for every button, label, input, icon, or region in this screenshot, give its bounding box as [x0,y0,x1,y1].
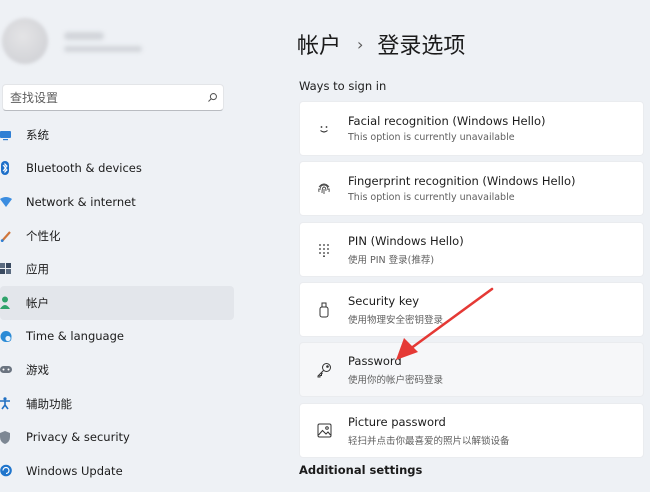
person-icon [0,296,14,310]
breadcrumb-parent[interactable]: 帐户 [297,28,341,60]
wifi-icon [0,195,14,209]
option-subtitle: This option is currently unavailable [348,132,515,143]
smiley-face-icon [300,102,348,155]
sidebar-item-label: Windows Update [26,463,123,478]
monitor-icon [0,128,14,142]
key-icon [300,343,348,396]
option-subtitle: 使用 PIN 登录(推荐) [348,254,435,266]
sidebar-item-network[interactable]: Network & internet [0,185,240,219]
option-title: Security key [348,293,420,308]
signin-option-facial[interactable]: Facial recognition (Windows Hello) This … [299,101,644,156]
pin-keypad-icon [300,223,348,276]
option-title: Fingerprint recognition (Windows Hello) [348,174,576,188]
sidebar-item-accessibility[interactable]: 辅助功能 [0,387,240,421]
sidebar-item-label: 系统 [26,127,49,142]
sidebar-item-apps[interactable]: 应用 [0,252,240,286]
page-title: 帐户 › 登录选项 [297,28,465,60]
sidebar-item-personalization[interactable]: 个性化 [0,219,240,253]
bluetooth-icon [0,161,14,176]
sidebar-item-label: 辅助功能 [26,396,72,411]
option-title: Picture password [348,414,446,429]
option-subtitle: This option is currently unavailable [348,192,515,203]
option-title: Facial recognition (Windows Hello) [348,114,546,128]
sidebar-item-label: 游戏 [26,362,49,377]
nav-list: 系统 Bluetooth & devices Network & interne… [0,118,240,488]
sidebar-item-label: Network & internet [26,194,136,209]
section-ways-to-sign-in: Ways to sign in [299,79,387,93]
sidebar: 查找设置 系统 Bluetooth & devices Network & in… [0,0,245,492]
signin-option-picture-password[interactable]: Picture password 轻扫并点击你最喜爱的照片以解锁设备 [299,403,644,458]
breadcrumb-separator: › [357,34,364,54]
option-subtitle: 使用物理安全密钥登录 [348,314,444,326]
picture-icon [300,404,348,457]
sidebar-item-label: Time & language [26,329,124,344]
option-title: PIN (Windows Hello) [348,233,464,248]
sidebar-item-gaming[interactable]: 游戏 [0,353,240,387]
section-additional-settings: Additional settings [299,463,423,477]
fingerprint-icon [300,162,348,215]
accessibility-icon [0,397,14,411]
brush-icon [0,229,14,243]
sidebar-item-time-language[interactable]: Time & language [0,320,240,354]
signin-option-pin[interactable]: PIN (Windows Hello) 使用 PIN 登录(推荐) [299,222,644,277]
search-icon[interactable] [201,87,223,109]
sidebar-item-label: 帐户 [26,295,49,310]
sidebar-item-label: Privacy & security [26,430,130,445]
gamepad-icon [0,363,14,377]
signin-option-security-key[interactable]: Security key 使用物理安全密钥登录 [299,282,644,337]
profile-name-blurred [64,32,104,40]
option-subtitle: 轻扫并点击你最喜爱的照片以解锁设备 [348,435,510,447]
sidebar-item-system[interactable]: 系统 [0,118,240,152]
sidebar-item-bluetooth[interactable]: Bluetooth & devices [0,152,240,186]
option-title: Password [348,353,402,368]
sidebar-item-privacy-security[interactable]: Privacy & security [0,420,240,454]
signin-option-password[interactable]: Password 使用你的帐户密码登录 [299,342,644,397]
option-subtitle: 使用你的帐户密码登录 [348,374,444,386]
sidebar-item-accounts[interactable]: 帐户 [0,285,234,320]
avatar [2,18,48,64]
usb-key-icon [300,283,348,336]
breadcrumb-current: 登录选项 [377,34,466,59]
signin-option-fingerprint[interactable]: Fingerprint recognition (Windows Hello) … [299,161,644,216]
search-input[interactable]: 查找设置 [10,89,201,106]
sidebar-item-label: Bluetooth & devices [26,161,142,176]
sidebar-item-label: 应用 [26,262,49,277]
apps-icon [0,262,14,276]
sidebar-item-label: 个性化 [26,228,61,243]
globe-clock-icon [0,329,14,343]
search-box[interactable]: 查找设置 [2,84,224,111]
sidebar-item-windows-update[interactable]: Windows Update [0,454,240,488]
shield-icon [0,430,14,444]
user-profile[interactable] [0,10,240,72]
profile-email-blurred [64,46,142,52]
update-icon [0,464,14,478]
